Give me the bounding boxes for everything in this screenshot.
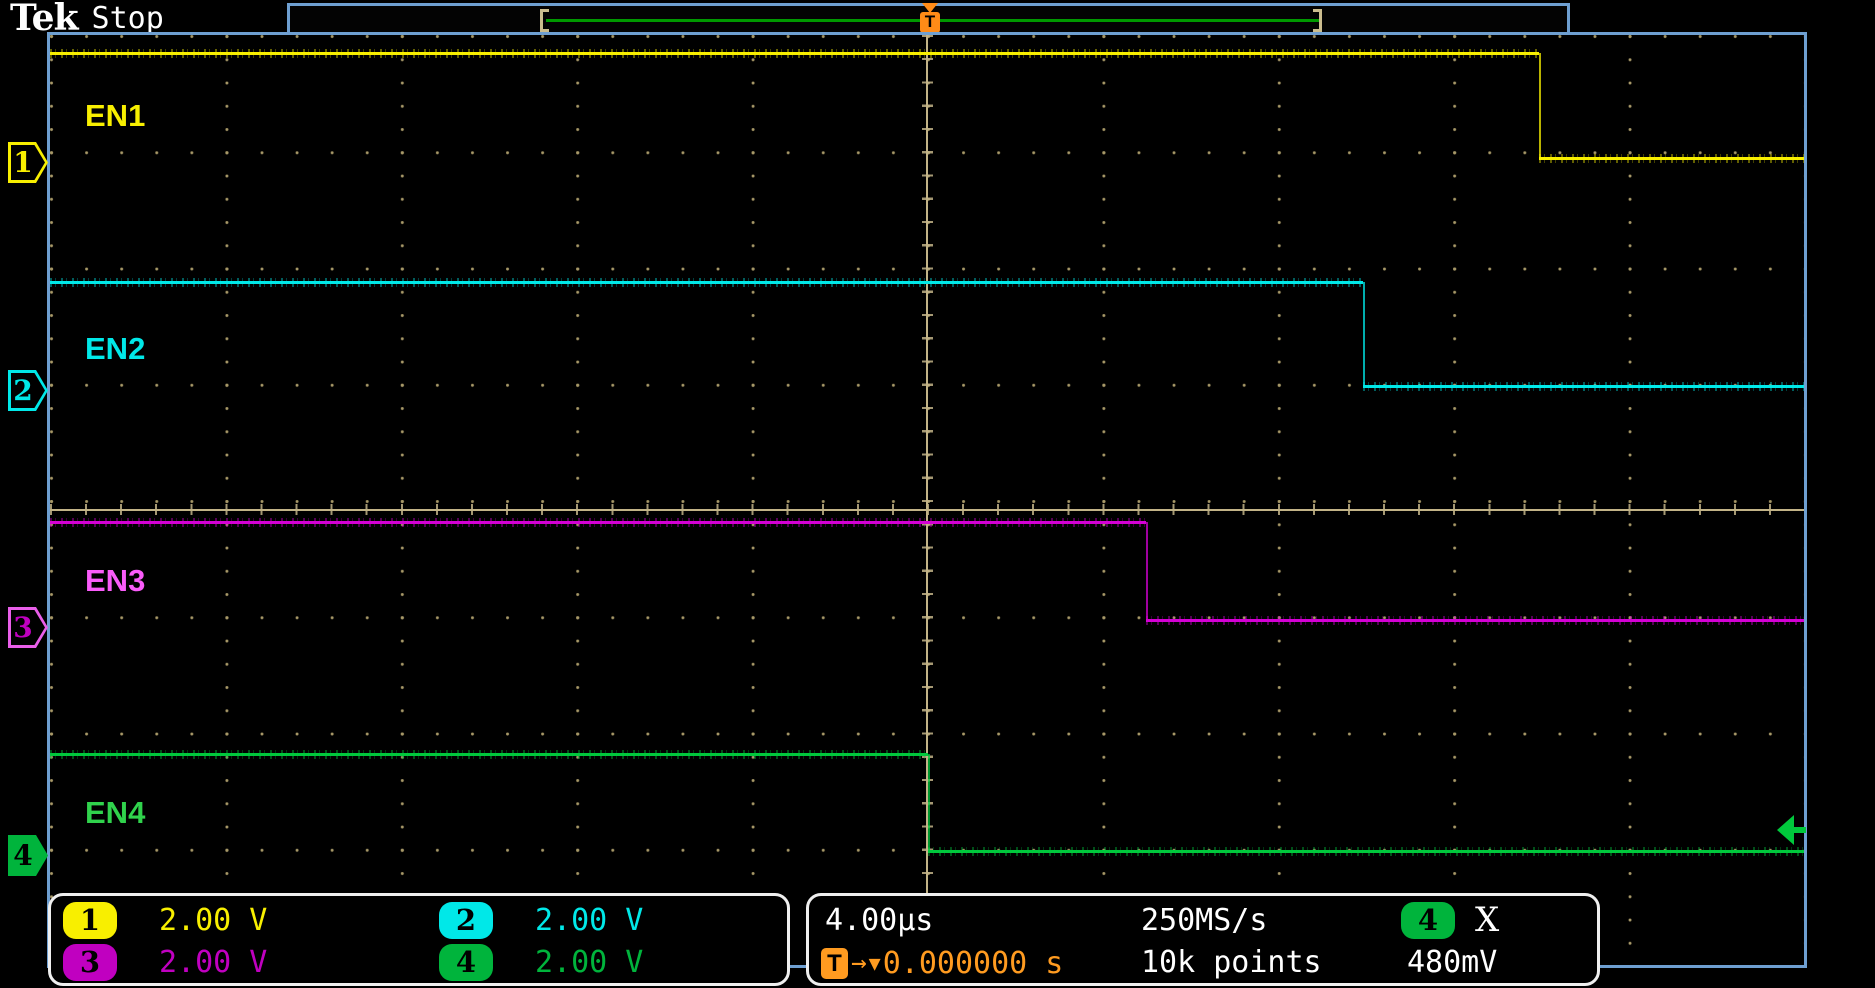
tek-logo: Tek <box>10 0 78 36</box>
arrow-tail <box>1792 827 1806 833</box>
trigger-position-readout: T → ▼ 0.000000 s <box>821 944 1063 982</box>
channel-1-scale: 2.00 V <box>159 902 267 940</box>
channel-number: 4 <box>8 835 38 876</box>
trigger-t-badge-icon: T <box>821 948 848 979</box>
horizontal-trigger-readout-box: 4.00µs 250MS/s 10k points T → ▼ 0.000000… <box>806 893 1600 986</box>
record-length-readout: 10k points <box>1141 944 1322 982</box>
trigger-position-minimap-icon[interactable]: T <box>919 3 941 33</box>
channel-3-scale: 2.00 V <box>159 944 267 982</box>
channel-4-scale: 2.00 V <box>535 944 643 982</box>
trigger-arrow-icon: → <box>851 948 867 979</box>
timebase-readout: 4.00µs <box>825 902 933 940</box>
channel-1-badge: 1 <box>63 902 117 939</box>
channel-2-badge: 2 <box>439 902 493 939</box>
channel-number: 2 <box>8 370 38 411</box>
acquisition-window-left-bracket-icon <box>540 9 549 32</box>
channel-2-scale: 2.00 V <box>535 902 643 940</box>
signal-label-en2: EN2 <box>85 331 145 367</box>
graticule <box>47 32 1807 968</box>
trigger-slope-symbol: X <box>1475 900 1499 940</box>
trigger-level-readout: 480mV <box>1407 944 1497 982</box>
channel-3-ground-marker[interactable]: 3 <box>8 607 48 648</box>
signal-label-en3: EN3 <box>85 563 145 599</box>
header: Tek Stop <box>10 0 164 36</box>
sample-rate-readout: 250MS/s <box>1141 902 1267 940</box>
channel-3-badge: 3 <box>63 944 117 981</box>
channel-2-ground-marker[interactable]: 2 <box>8 370 48 411</box>
signal-label-en1: EN1 <box>85 98 145 134</box>
channel-scale-readout-box: 1 2.00 V 2 2.00 V 3 2.00 V 4 2.00 V <box>48 893 790 986</box>
trigger-marker-icon: ▼ <box>869 948 881 979</box>
trigger-level-arrow-icon[interactable] <box>1777 815 1806 845</box>
channel-1-ground-marker[interactable]: 1 <box>8 142 48 183</box>
channel-number: 3 <box>8 607 38 648</box>
channel-number: 1 <box>8 142 38 183</box>
channel-4-badge: 4 <box>439 944 493 981</box>
signal-label-en4: EN4 <box>85 795 145 831</box>
trigger-time-value: 0.000000 s <box>883 946 1064 981</box>
trigger-source-badge: 4 <box>1401 902 1455 939</box>
acquisition-window-right-bracket-icon <box>1313 9 1322 32</box>
center-horizontal-line <box>50 509 1804 511</box>
trigger-vertical-line <box>926 35 928 965</box>
trigger-t-flag-icon: T <box>920 12 940 33</box>
channel-4-ground-marker[interactable]: 4 <box>8 835 48 876</box>
